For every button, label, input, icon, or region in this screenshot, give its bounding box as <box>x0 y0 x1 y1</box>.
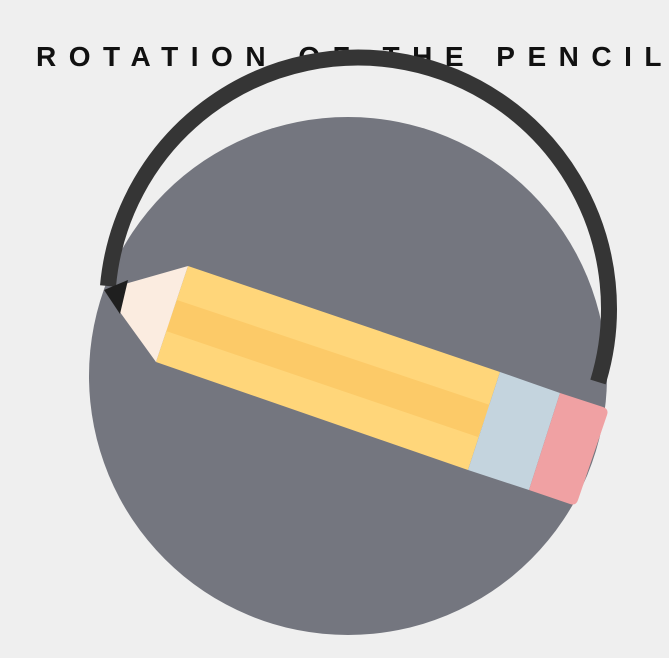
rotation-scene <box>89 49 617 635</box>
